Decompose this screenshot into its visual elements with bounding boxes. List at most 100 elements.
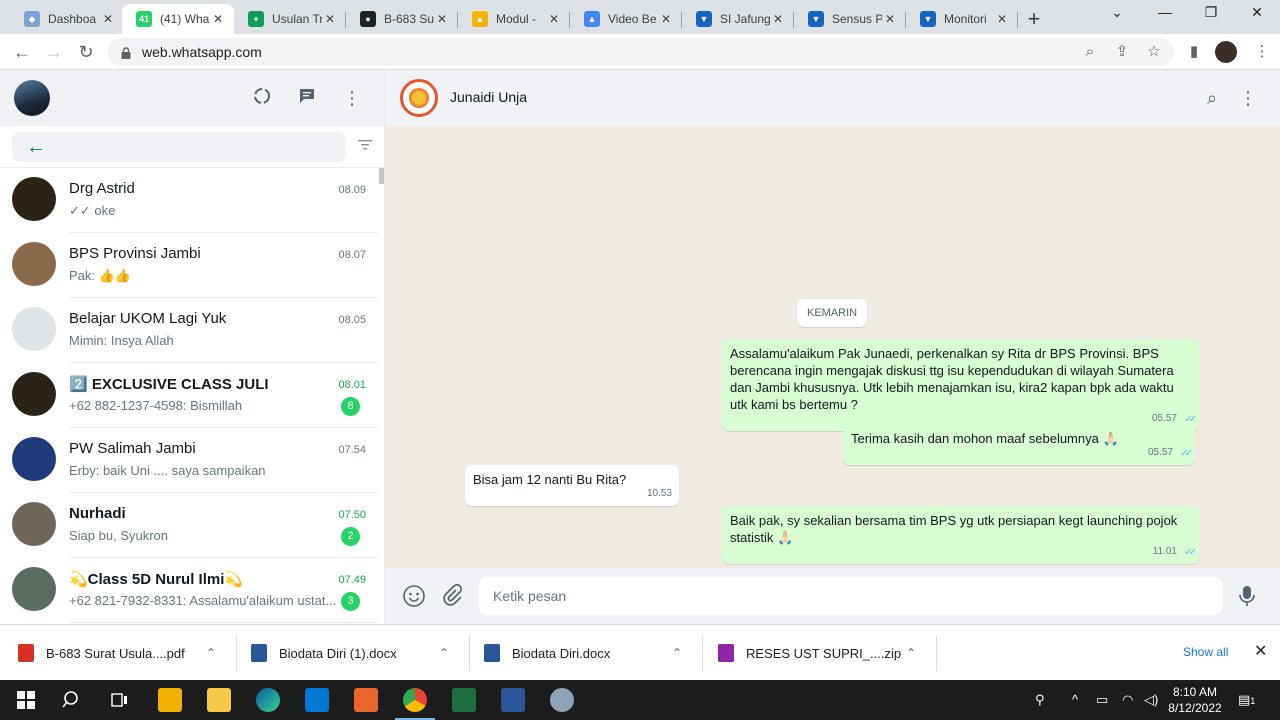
my-avatar[interactable]	[14, 80, 50, 116]
outgoing-message[interactable]: Baik pak, sy sekalian bersama tim BPS yg…	[722, 506, 1199, 564]
share-icon[interactable]: ⇪	[1111, 41, 1133, 63]
tab-close-icon[interactable]: ✕	[546, 12, 562, 26]
chat-list-item[interactable]: 2️⃣ EXCLUSIVE CLASS JULI 08.01 +62 882-123…	[0, 363, 378, 428]
zoom-icon[interactable]: ⌕	[1079, 41, 1101, 63]
chat-time: 08.07	[338, 249, 366, 261]
task-view-icon[interactable]	[108, 688, 132, 712]
security-app-icon[interactable]	[354, 688, 378, 712]
file-explorer-icon[interactable]	[207, 688, 231, 712]
search-back-arrow-icon[interactable]: ←	[26, 136, 46, 159]
maximize-button[interactable]: ❐	[1188, 4, 1234, 21]
browser-tab[interactable]: ◆ Dashboa ✕	[10, 4, 124, 34]
contact-name[interactable]: Junaidi Unja	[450, 89, 527, 105]
excel-icon[interactable]	[452, 688, 476, 712]
browser-tab[interactable]: + Usulan Tr ✕	[234, 4, 346, 34]
search-input[interactable]: ←	[12, 132, 346, 162]
windows-search-icon[interactable]	[60, 688, 84, 712]
show-all-downloads-link[interactable]: Show all	[1183, 645, 1228, 659]
bookmark-star-icon[interactable]: ☆	[1143, 41, 1165, 63]
side-panel-icon[interactable]: ▮	[1183, 41, 1205, 63]
conversation-menu-icon[interactable]: ⋮	[1236, 86, 1260, 110]
chat-preview: Pak: 👍👍	[69, 268, 131, 283]
tab-close-icon[interactable]: ✕	[658, 12, 674, 26]
outgoing-message[interactable]: Terima kasih dan mohon maaf sebelumnya 🙏…	[843, 424, 1195, 465]
edge-browser-icon[interactable]	[256, 688, 280, 712]
tab-search-icon[interactable]: ⌄	[1094, 4, 1140, 21]
download-item[interactable]: B-683 Surat Usula....pdf ⌃	[18, 625, 236, 681]
chat-time: 07.50	[338, 509, 366, 521]
attach-icon[interactable]	[440, 583, 464, 608]
tab-close-icon[interactable]: ✕	[434, 12, 450, 26]
tab-favicon-icon: ◆	[24, 11, 40, 27]
browser-tab[interactable]: 41 (41) Wha ✕	[122, 4, 234, 34]
download-item[interactable]: Biodata Diri.docx ⌃	[484, 625, 702, 681]
word-icon[interactable]	[501, 688, 525, 712]
chrome-taskbar-icon[interactable]	[403, 688, 427, 712]
taskbar-clock[interactable]: 8:10 AM 8/12/2022	[1160, 684, 1230, 716]
download-options-chevron-icon[interactable]: ⌃	[206, 646, 216, 660]
chat-name: Nurhadi	[69, 505, 126, 522]
wifi-icon[interactable]: ◠	[1122, 692, 1133, 708]
download-options-chevron-icon[interactable]: ⌃	[439, 646, 449, 660]
download-options-chevron-icon[interactable]: ⌃	[672, 646, 682, 660]
back-icon[interactable]: ←	[11, 41, 33, 63]
download-item[interactable]: Biodata Diri (1).docx ⌃	[251, 625, 469, 681]
chat-list-item[interactable]: Drg Astrid 08.09 ✓✓ oke	[0, 168, 378, 233]
browser-tab[interactable]: ▲ Video Be ✕	[570, 4, 682, 34]
menu-icon[interactable]: ⋮	[340, 86, 364, 110]
conversation-header[interactable]: Junaidi Unja ⌕ ⋮	[385, 70, 1280, 126]
browser-tab[interactable]: ▼ Sensus P ✕	[794, 4, 906, 34]
battery-icon[interactable]: ▭	[1096, 692, 1108, 708]
browser-tab[interactable]: ▼ SI Jafung ✕	[682, 4, 794, 34]
chat-list-item[interactable]: BPS Provinsi Jambi 08.07 Pak: 👍👍	[0, 233, 378, 298]
close-window-button[interactable]: ✕	[1234, 4, 1280, 21]
reload-icon[interactable]: ↻	[75, 41, 97, 63]
microsoft-store-icon[interactable]	[158, 688, 182, 712]
tab-close-icon[interactable]: ✕	[100, 12, 116, 26]
chat-list-item[interactable]: Nurhadi 07.50 Siap bu, Syukron 2	[0, 493, 378, 558]
new-chat-icon[interactable]	[295, 86, 319, 110]
chat-preview: Erby: baik Uni .... saya sampaikan	[69, 463, 266, 478]
tab-close-icon[interactable]: ✕	[210, 12, 226, 26]
paint-icon[interactable]	[550, 688, 574, 712]
browser-tab[interactable]: ▼ Monitori ✕	[906, 4, 1018, 34]
chrome-menu-icon[interactable]: ⋮	[1251, 41, 1273, 63]
incoming-message[interactable]: Bisa jam 12 nanti Bu Rita? 10.53	[465, 465, 679, 506]
chat-sidebar: ⋮ ← Drg Astrid 08.09 ✓✓ oke BPS Provinsi Ja…	[0, 70, 385, 624]
minimize-button[interactable]: —	[1142, 4, 1188, 20]
address-bar[interactable]: web.whatsapp.com	[108, 38, 1174, 66]
emoji-icon[interactable]	[402, 584, 426, 608]
chat-list-item[interactable]: PW Salimah Jambi 07.54 Erby: baik Uni ....…	[0, 428, 378, 493]
chat-list-item[interactable]: 💫Class 5D Nurul Ilmi💫 07.49 +62 821-7932-8…	[0, 558, 378, 623]
microphone-icon[interactable]	[1235, 584, 1259, 608]
chat-list-scrollbar[interactable]	[379, 168, 384, 184]
windows-start-icon[interactable]	[14, 688, 38, 712]
outgoing-message[interactable]: Assalamu'alaikum Pak Junaedi, perkenalka…	[722, 339, 1199, 431]
filter-icon[interactable]	[356, 138, 374, 156]
tab-close-icon[interactable]: ✕	[322, 12, 338, 26]
people-icon[interactable]: ⚲	[1035, 692, 1045, 708]
tab-close-icon[interactable]: ✕	[882, 12, 898, 26]
download-item[interactable]: RESES UST SUPRI_....zip ⌃	[718, 625, 936, 681]
message-input[interactable]	[479, 577, 1222, 615]
contact-avatar[interactable]	[400, 79, 438, 117]
volume-icon[interactable]: ◁)	[1144, 692, 1158, 708]
forward-icon[interactable]: →	[43, 41, 65, 63]
message-time: 11.01	[1152, 546, 1177, 557]
close-download-shelf-icon[interactable]: ✕	[1254, 641, 1267, 661]
profile-avatar[interactable]	[1215, 41, 1237, 63]
download-options-chevron-icon[interactable]: ⌃	[906, 646, 916, 660]
notification-center-icon[interactable]: ▤1	[1238, 692, 1255, 708]
browser-tab[interactable]: ● B-683 Su ✕	[346, 4, 458, 34]
mail-icon[interactable]	[305, 688, 329, 712]
tab-title: Modul -	[496, 12, 537, 26]
status-icon[interactable]	[250, 86, 274, 110]
chat-time: 07.54	[338, 444, 366, 456]
new-tab-button[interactable]: +	[1022, 6, 1046, 32]
chat-list-item[interactable]: Belajar UKOM Lagi Yuk 08.05 Mimin: Insya A…	[0, 298, 378, 363]
search-messages-icon[interactable]: ⌕	[1200, 86, 1224, 110]
tab-close-icon[interactable]: ✕	[770, 12, 786, 26]
tray-chevron-icon[interactable]: ^	[1072, 692, 1078, 707]
tab-close-icon[interactable]: ✕	[994, 12, 1010, 26]
browser-tab[interactable]: ▲ Modul - ✕	[458, 4, 570, 34]
